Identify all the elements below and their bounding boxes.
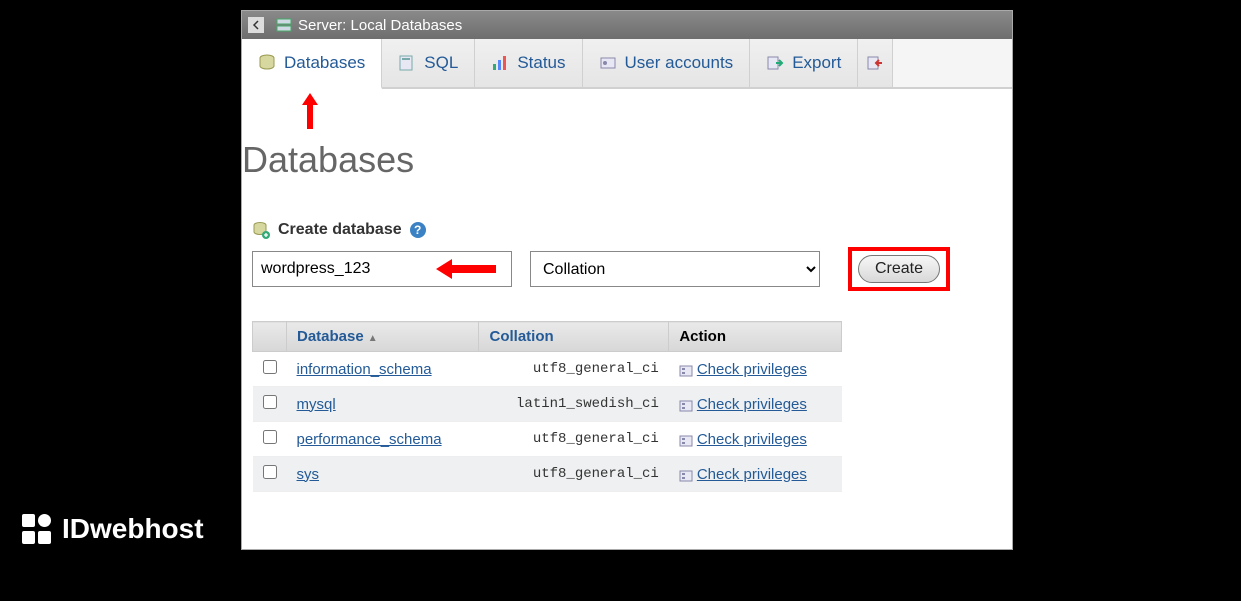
status-icon [491,54,509,72]
tab-label: Databases [284,53,365,73]
logo-mark-icon [22,514,52,544]
collation-value: utf8_general_ci [489,466,659,482]
tab-more[interactable] [858,39,893,87]
col-database[interactable]: Database▲ [287,322,479,352]
window-title: Server: Local Databases [298,17,462,34]
row-checkbox[interactable] [263,395,277,409]
table-row: information_schema utf8_general_ci Check p… [253,352,842,387]
tab-user-accounts[interactable]: User accounts [583,39,751,87]
collation-value: latin1_swedish_ci [489,396,659,412]
row-checkbox[interactable] [263,360,277,374]
table-row: mysql latin1_swedish_ci Check privileges [253,387,842,422]
tab-sql[interactable]: SQL [382,39,475,87]
row-checkbox[interactable] [263,430,277,444]
table-row: sys utf8_general_ci Check privileges [253,457,842,492]
database-link[interactable]: mysql [297,396,336,413]
privileges-icon [679,469,693,481]
databases-table: Database▲ Collation Action information_s… [252,321,842,492]
check-privileges-link[interactable]: Check privileges [697,431,807,448]
col-collation[interactable]: Collation [479,322,669,352]
tab-label: Status [517,53,565,73]
collation-value: utf8_general_ci [489,431,659,447]
database-link[interactable]: information_schema [297,361,432,378]
tab-status[interactable]: Status [475,39,582,87]
logo-text: IDwebhost [62,513,204,545]
window-titlebar: Server: Local Databases [242,11,1012,39]
table-row: performance_schema utf8_general_ci Check p… [253,422,842,457]
database-icon [258,54,276,72]
check-privileges-link[interactable]: Check privileges [697,361,807,378]
tab-databases[interactable]: Databases [242,39,382,89]
tab-export[interactable]: Export [750,39,858,87]
annotation-arrow-left [436,257,496,286]
tab-label: SQL [424,53,458,73]
collation-select[interactable]: Collation [530,251,820,287]
privileges-icon [679,364,693,376]
col-action: Action [669,322,842,352]
collation-value: utf8_general_ci [489,361,659,377]
back-icon[interactable] [248,17,264,33]
sort-asc-icon: ▲ [368,333,378,344]
tab-label: User accounts [625,53,734,73]
tabs-bar: Databases SQL Status User accounts Expor… [242,39,1012,89]
check-privileges-link[interactable]: Check privileges [697,396,807,413]
privileges-icon [679,399,693,411]
create-database-label: Create database [278,221,402,239]
database-add-icon [252,221,270,239]
tab-label: Export [792,53,841,73]
create-database-header: Create database ? [252,221,1002,239]
help-icon[interactable]: ? [410,222,426,238]
row-checkbox[interactable] [263,465,277,479]
export-icon [766,54,784,72]
user-accounts-icon [599,54,617,72]
idwebhost-logo: IDwebhost [22,513,204,545]
create-button[interactable]: Create [858,255,940,283]
content-area: Databases Create database ? Collation Cr… [242,89,1012,492]
import-icon [866,54,884,72]
database-link[interactable]: performance_schema [297,431,442,448]
server-icon [276,18,292,32]
check-privileges-link[interactable]: Check privileges [697,466,807,483]
sql-icon [398,54,416,72]
page-title: Databases [242,89,1002,191]
annotation-highlight-box: Create [848,247,950,291]
create-database-form: Collation Create [252,247,1002,291]
phpmyadmin-window: Server: Local Databases Databases SQL St… [241,10,1013,550]
privileges-icon [679,434,693,446]
database-link[interactable]: sys [297,466,320,483]
